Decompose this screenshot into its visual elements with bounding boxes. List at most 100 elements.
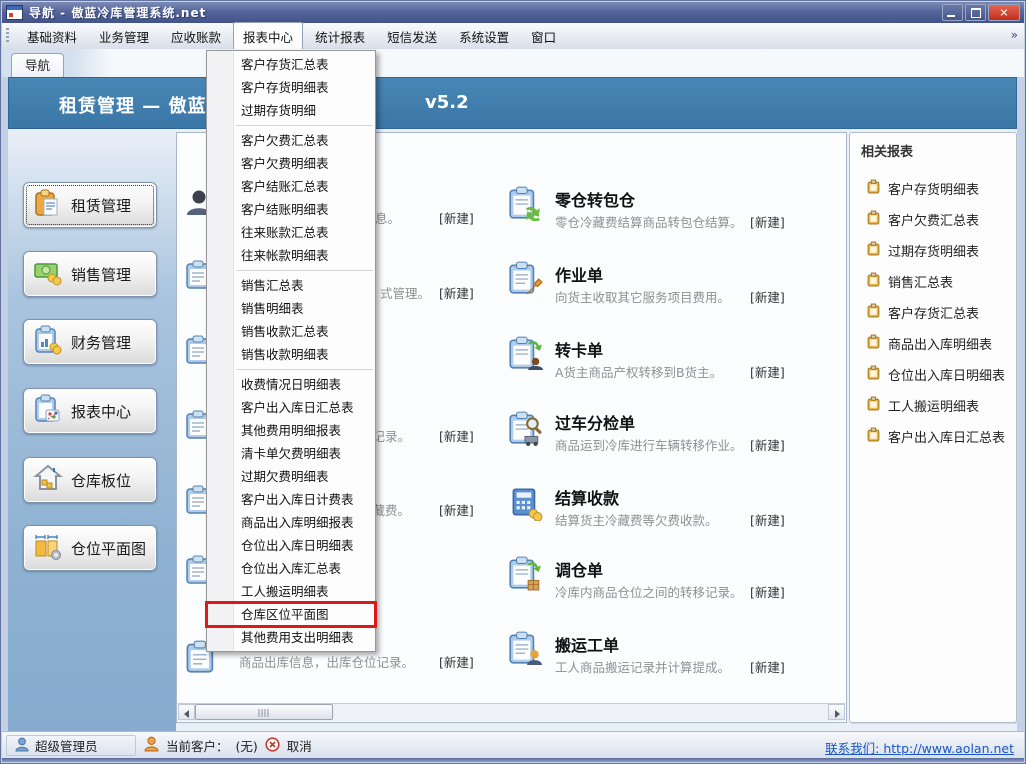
calculator-coins-icon [507,485,543,525]
cancel-x-icon[interactable] [265,737,280,755]
new-link[interactable]: [新建] [750,435,785,454]
related-report-label: 工人搬运明细表 [888,396,979,415]
item-title[interactable]: 结算收款 [555,485,619,509]
related-report-link[interactable]: 客户出入库日汇总表 [866,427,1005,446]
menu-item-customer-inout-daily-summary[interactable]: 客户出入库日汇总表 [207,396,375,419]
sidebar-button-rental[interactable]: 租赁管理 [23,182,157,228]
item-title[interactable]: 调仓单 [555,557,603,581]
report-clipboard-icon [866,303,881,322]
related-report-label: 仓位出入库日明细表 [888,365,1005,384]
menubar-item-sms[interactable]: 短信发送 [377,22,447,51]
related-report-link[interactable]: 商品出入库明细表 [866,334,992,353]
related-report-link[interactable]: 客户存货明细表 [866,179,979,198]
new-link[interactable]: [新建] [750,657,785,676]
related-report-label: 过期存货明细表 [888,241,979,260]
related-report-label: 客户出入库日汇总表 [888,427,1005,446]
menubar-item-window[interactable]: 窗口 [521,22,566,51]
menubar-item-stat-reports[interactable]: 统计报表 [305,22,375,51]
menu-item-warehouse-zone-floorplan[interactable]: 仓库区位平面图 [207,603,375,626]
menu-item-customer-arrears-detail[interactable]: 客户欠费明细表 [207,152,375,175]
menu-item-clearcard-arrears-detail[interactable]: 清卡单欠费明细表 [207,442,375,465]
clipboard-scatter-icon [33,394,63,428]
cancel-link[interactable]: 取消 [287,736,312,755]
menubar-item-report-center[interactable]: 报表中心 [233,22,303,51]
menu-item-customer-stock-summary[interactable]: 客户存货汇总表 [207,53,375,76]
clipboard-box-arrow-icon [507,555,543,595]
related-reports-title: 相关报表 [861,141,913,160]
menu-item-customer-inout-daily-billing[interactable]: 客户出入库日计费表 [207,488,375,511]
sidebar-button-finance[interactable]: 财务管理 [23,319,157,365]
menu-item-customer-settle-detail[interactable]: 客户结账明细表 [207,198,375,221]
related-report-link[interactable]: 客户欠费汇总表 [866,210,979,229]
sidebar-button-floorplan[interactable]: 仓位平面图 [23,525,157,571]
new-link[interactable]: [新建] [750,362,785,381]
item-title[interactable]: 零仓转包仓 [555,187,635,211]
scrollbar-thumb[interactable] [195,704,333,720]
horizontal-scrollbar[interactable] [178,703,845,721]
clipboard-person-arrow-icon [507,335,543,375]
menu-item-goods-inout-detail[interactable]: 商品出入库明细报表 [207,511,375,534]
related-report-label: 客户存货明细表 [888,179,979,198]
new-link[interactable]: [新建] [439,500,474,519]
sidebar-button-label: 销售管理 [71,264,131,285]
current-user-label: 超级管理员 [35,736,98,755]
sidebar: 租赁管理 销售管理 财务管理 报表中心 仓库板位 仓位平面图 [8,129,176,731]
item-title[interactable]: 转卡单 [555,337,603,361]
related-report-link[interactable]: 仓位出入库日明细表 [866,365,1005,384]
menu-item-expired-arrears-detail[interactable]: 过期欠费明细表 [207,465,375,488]
menu-item-customer-arrears-summary[interactable]: 客户欠费汇总表 [207,129,375,152]
menubar-item-system-settings[interactable]: 系统设置 [449,22,519,51]
contact-link[interactable]: 联系我们: http://www.aolan.net [825,738,1014,757]
menu-item-sales-detail[interactable]: 销售明细表 [207,297,375,320]
menubar: 基础资料 业务管理 应收账款 报表中心 统计报表 短信发送 系统设置 窗口 » [2,23,1024,50]
close-button[interactable]: ✕ [988,4,1020,21]
menu-item-other-expense-detail[interactable]: 其他费用支出明细表 [207,626,375,649]
menu-item-slot-inout-summary[interactable]: 仓位出入库汇总表 [207,557,375,580]
scroll-left-icon[interactable] [178,704,195,720]
scroll-right-icon[interactable] [828,704,845,720]
menu-item-transactions-detail[interactable]: 往来帐款明细表 [207,244,375,267]
item-title[interactable]: 搬运工单 [555,632,619,656]
titlebar[interactable]: 导航 - 傲蓝冷库管理系统.net ✕ [2,2,1024,23]
menu-item-expired-stock-detail[interactable]: 过期存货明细 [207,99,375,122]
menu-item-sales-summary[interactable]: 销售汇总表 [207,274,375,297]
menu-item-sales-receipts-summary[interactable]: 销售收款汇总表 [207,320,375,343]
new-link[interactable]: [新建] [750,510,785,529]
new-link[interactable]: [新建] [439,652,474,671]
menu-item-customer-settle-summary[interactable]: 客户结账汇总表 [207,175,375,198]
sidebar-button-sales[interactable]: 销售管理 [23,251,157,297]
minimize-button[interactable] [942,4,963,21]
new-link[interactable]: [新建] [750,582,785,601]
related-report-link[interactable]: 销售汇总表 [866,272,953,291]
new-link[interactable]: [新建] [439,283,474,302]
maximize-button[interactable] [965,4,986,21]
new-link[interactable]: [新建] [439,208,474,227]
new-link[interactable]: [新建] [750,287,785,306]
menu-item-slot-inout-daily-detail[interactable]: 仓位出入库日明细表 [207,534,375,557]
related-report-link[interactable]: 过期存货明细表 [866,241,979,260]
menubar-item-business[interactable]: 业务管理 [89,22,159,51]
menu-item-worker-handling-detail[interactable]: 工人搬运明细表 [207,580,375,603]
menubar-item-basic-data[interactable]: 基础资料 [17,22,87,51]
new-link[interactable]: [新建] [439,426,474,445]
menu-item-customer-stock-detail[interactable]: 客户存货明细表 [207,76,375,99]
sidebar-button-label: 仓位平面图 [71,538,146,559]
related-reports-panel: 相关报表 客户存货明细表 客户欠费汇总表 过期存货明细表 销售汇总表 客户存货汇… [849,132,1017,723]
tab-navigation[interactable]: 导航 [11,53,64,77]
menu-item-transactions-summary[interactable]: 往来账款汇总表 [207,221,375,244]
menu-item-sales-receipts-detail[interactable]: 销售收款明细表 [207,343,375,366]
item-title[interactable]: 作业单 [555,262,603,286]
report-clipboard-icon [866,334,881,353]
sidebar-button-report-center[interactable]: 报表中心 [23,388,157,434]
toolbar-grip-icon[interactable] [6,28,9,44]
menu-item-fee-daily-detail[interactable]: 收费情况日明细表 [207,373,375,396]
menu-item-other-fee-detail[interactable]: 其他费用明细报表 [207,419,375,442]
menubar-item-receivables[interactable]: 应收账款 [161,22,231,51]
item-title[interactable]: 过车分检单 [555,410,635,434]
sidebar-button-warehouse-slots[interactable]: 仓库板位 [23,457,157,503]
related-report-link[interactable]: 工人搬运明细表 [866,396,979,415]
related-report-link[interactable]: 客户存货汇总表 [866,303,979,322]
new-link[interactable]: [新建] [750,212,785,231]
menu-overflow-chevron-icon[interactable]: » [1011,28,1018,42]
related-report-label: 销售汇总表 [888,272,953,291]
